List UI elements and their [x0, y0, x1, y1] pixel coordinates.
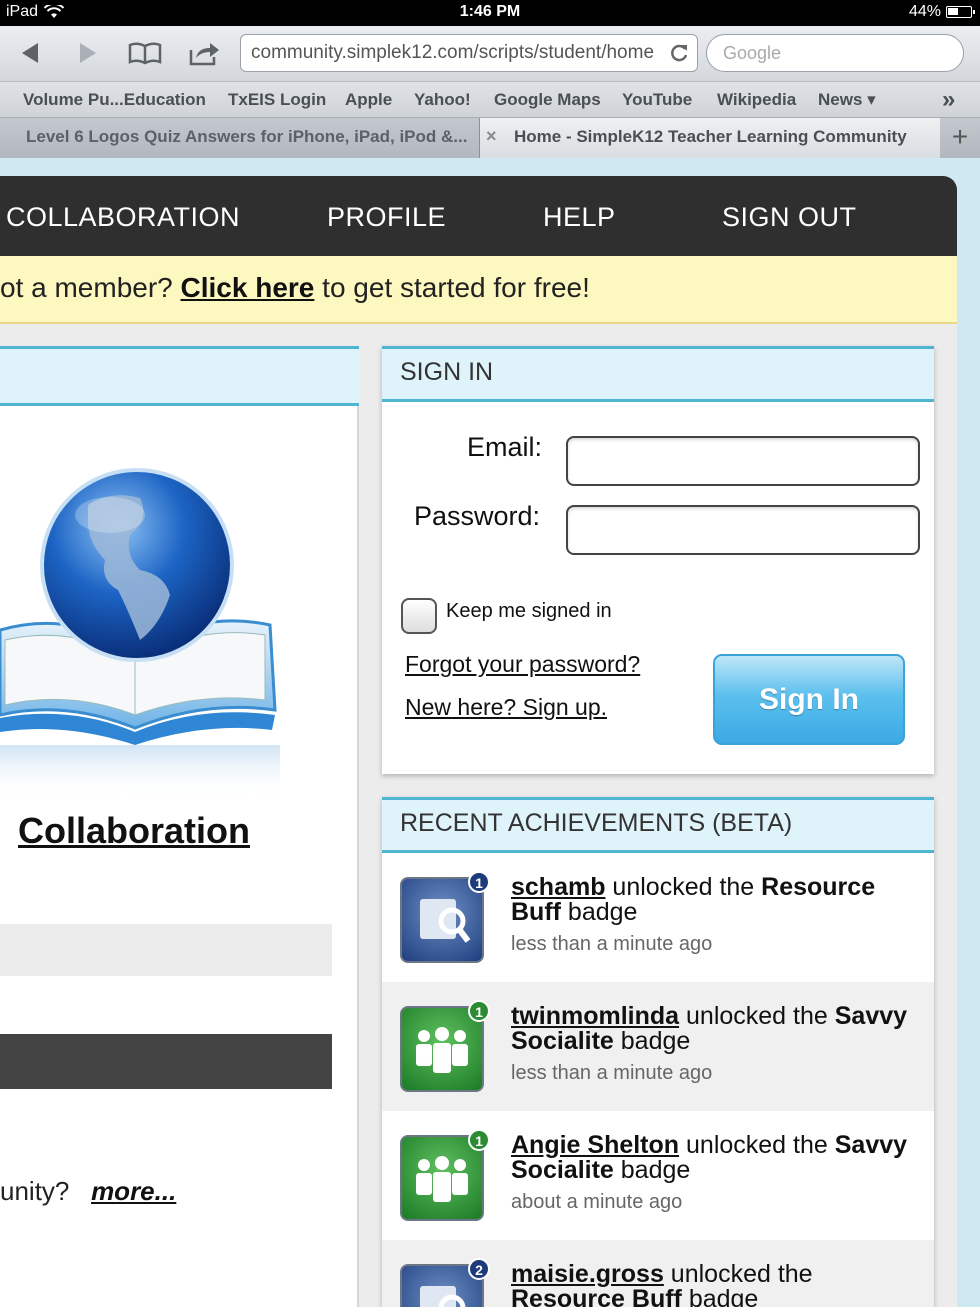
user-link[interactable]: schamb	[511, 873, 605, 901]
sign-in-header: SIGN IN	[382, 346, 934, 402]
signup-link[interactable]: Click here	[181, 272, 315, 303]
achievement-row: 1 twinmomlinda unlocked the Savvy Social…	[382, 982, 934, 1111]
achievement-verb: unlocked the	[663, 1260, 813, 1288]
tab-title: Level 6 Logos Quiz Answers for iPhone, i…	[26, 127, 468, 146]
keep-signed-in-label: Keep me signed in	[446, 600, 612, 622]
bookmark-item[interactable]: Apple	[345, 90, 392, 110]
more-link[interactable]: more...	[91, 1176, 176, 1206]
email-field[interactable]	[566, 436, 920, 486]
achievement-verb: unlocked the	[679, 1002, 835, 1030]
new-tab-button[interactable]: +	[940, 118, 980, 158]
achievement-verb: unlocked the	[679, 1131, 835, 1159]
nav-sign-out[interactable]: SIGN OUT	[722, 202, 857, 233]
people-icon	[416, 1156, 468, 1202]
promo-suffix: to get started for free!	[314, 272, 590, 303]
keep-signed-in-checkbox[interactable]	[401, 598, 437, 634]
back-arrow-icon	[22, 43, 38, 63]
badge-count: 2	[468, 1258, 490, 1280]
achievement-row: 1 schamb unlocked the Resource Buff badg…	[382, 853, 934, 982]
bookmark-item[interactable]: News ▾	[818, 90, 876, 110]
bookmarks-bar: Volume Pu...Education TxEIS Login Apple …	[0, 82, 980, 118]
badge-count: 1	[468, 871, 490, 893]
more-text: unity? more...	[0, 1176, 176, 1207]
achievement-tail: badge	[613, 1156, 691, 1184]
sign-up-link[interactable]: New here? Sign up.	[405, 694, 607, 721]
gray-bar	[0, 924, 332, 976]
achievement-text: Angie Shelton unlocked the Savvy Sociali…	[511, 1133, 921, 1183]
user-link[interactable]: twinmomlinda	[511, 1002, 679, 1030]
achievement-time: about a minute ago	[511, 1191, 683, 1213]
achievement-tail: badge	[560, 898, 638, 926]
badge-count: 1	[468, 1129, 490, 1151]
achievement-time: less than a minute ago	[511, 933, 713, 955]
bookmark-item[interactable]: Wikipedia	[717, 90, 796, 110]
achievement-text: twinmomlinda unlocked the Savvy Socialit…	[511, 1004, 921, 1054]
achievement-time: less than a minute ago	[511, 1062, 713, 1084]
collaboration-link[interactable]: Collaboration	[18, 810, 250, 852]
achievement-text: maisie.gross unlocked the Resource Buff …	[511, 1262, 921, 1307]
reload-button[interactable]	[668, 42, 690, 64]
nav-profile[interactable]: PROFILE	[327, 202, 446, 233]
tab-title: Home - SimpleK12 Teacher Learning Commun…	[514, 127, 907, 146]
bookmark-item[interactable]: Yahoo!	[414, 90, 471, 110]
clock: 1:46 PM	[459, 3, 521, 20]
bookmark-item[interactable]: YouTube	[622, 90, 692, 110]
dark-bar	[0, 1034, 332, 1089]
tab-logos-quiz[interactable]: Level 6 Logos Quiz Answers for iPhone, i…	[0, 118, 480, 158]
promo-prefix: ot a member?	[0, 272, 181, 303]
bookmark-item[interactable]: Volume Pu...Education	[23, 90, 206, 110]
battery-percent: 44%	[908, 3, 941, 20]
close-tab-icon[interactable]: ×	[486, 126, 497, 147]
site-navbar: COLLABORATION PROFILE HELP SIGN OUT	[0, 176, 957, 256]
more-prefix: unity?	[0, 1176, 70, 1206]
password-field[interactable]	[566, 505, 920, 555]
share-icon	[189, 43, 219, 66]
achievement-text: schamb unlocked the Resource Buff badge	[511, 875, 921, 925]
email-label: Email:	[466, 432, 542, 462]
bookmarks-overflow-button[interactable]: »	[942, 86, 955, 114]
achievements-header: RECENT ACHIEVEMENTS (BETA)	[382, 797, 934, 853]
user-link[interactable]: Angie Shelton	[511, 1131, 679, 1159]
feature-panel-header	[0, 346, 359, 406]
tab-bar: Level 6 Logos Quiz Answers for iPhone, i…	[0, 118, 980, 158]
nav-help[interactable]: HELP	[543, 202, 616, 233]
forward-arrow-icon	[80, 43, 96, 63]
tab-simplek12-home[interactable]: × Home - SimpleK12 Teacher Learning Comm…	[480, 118, 940, 158]
achievement-tail: badge	[681, 1285, 759, 1307]
magnifier-icon	[420, 899, 471, 943]
promo-banner: ot a member? Click here to get started f…	[0, 256, 957, 324]
forward-button[interactable]	[70, 36, 106, 70]
globe-book-icon	[0, 468, 280, 800]
status-bar: iPad 1:46 PM 44%	[0, 0, 980, 26]
badge-name: Resource Buff	[511, 1285, 682, 1307]
book-icon	[128, 42, 162, 65]
address-bar[interactable]: community.simplek12.com/scripts/student/…	[240, 34, 698, 72]
forgot-password-link[interactable]: Forgot your password?	[405, 651, 640, 678]
sign-in-panel: SIGN IN Email: Password: Keep me signed …	[382, 346, 934, 774]
battery-icon	[946, 6, 975, 18]
nav-collaboration[interactable]: COLLABORATION	[6, 202, 240, 233]
people-icon	[416, 1027, 468, 1073]
bookmark-item[interactable]: Google Maps	[494, 90, 601, 110]
bookmarks-button[interactable]	[127, 36, 163, 70]
bookmark-item[interactable]: TxEIS Login	[228, 90, 326, 110]
achievements-panel: RECENT ACHIEVEMENTS (BETA) 1 schamb unlo…	[382, 797, 934, 1307]
achievement-verb: unlocked the	[605, 873, 762, 901]
reload-icon	[671, 44, 688, 62]
sign-in-button[interactable]: Sign In	[713, 654, 905, 745]
share-button[interactable]	[186, 36, 222, 70]
user-link[interactable]: maisie.gross	[511, 1260, 664, 1288]
achievement-row: 1 Angie Shelton unlocked the Savvy Socia…	[382, 1111, 934, 1240]
browser-toolbar: community.simplek12.com/scripts/student/…	[0, 26, 980, 82]
status-right: 44%	[908, 3, 975, 21]
search-field[interactable]: Google	[706, 34, 964, 72]
badge-count: 1	[468, 1000, 490, 1022]
password-label: Password:	[413, 501, 540, 531]
achievement-row: 2 maisie.gross unlocked the Resource Buf…	[382, 1240, 934, 1307]
back-button[interactable]	[12, 36, 48, 70]
achievement-tail: badge	[613, 1027, 691, 1055]
